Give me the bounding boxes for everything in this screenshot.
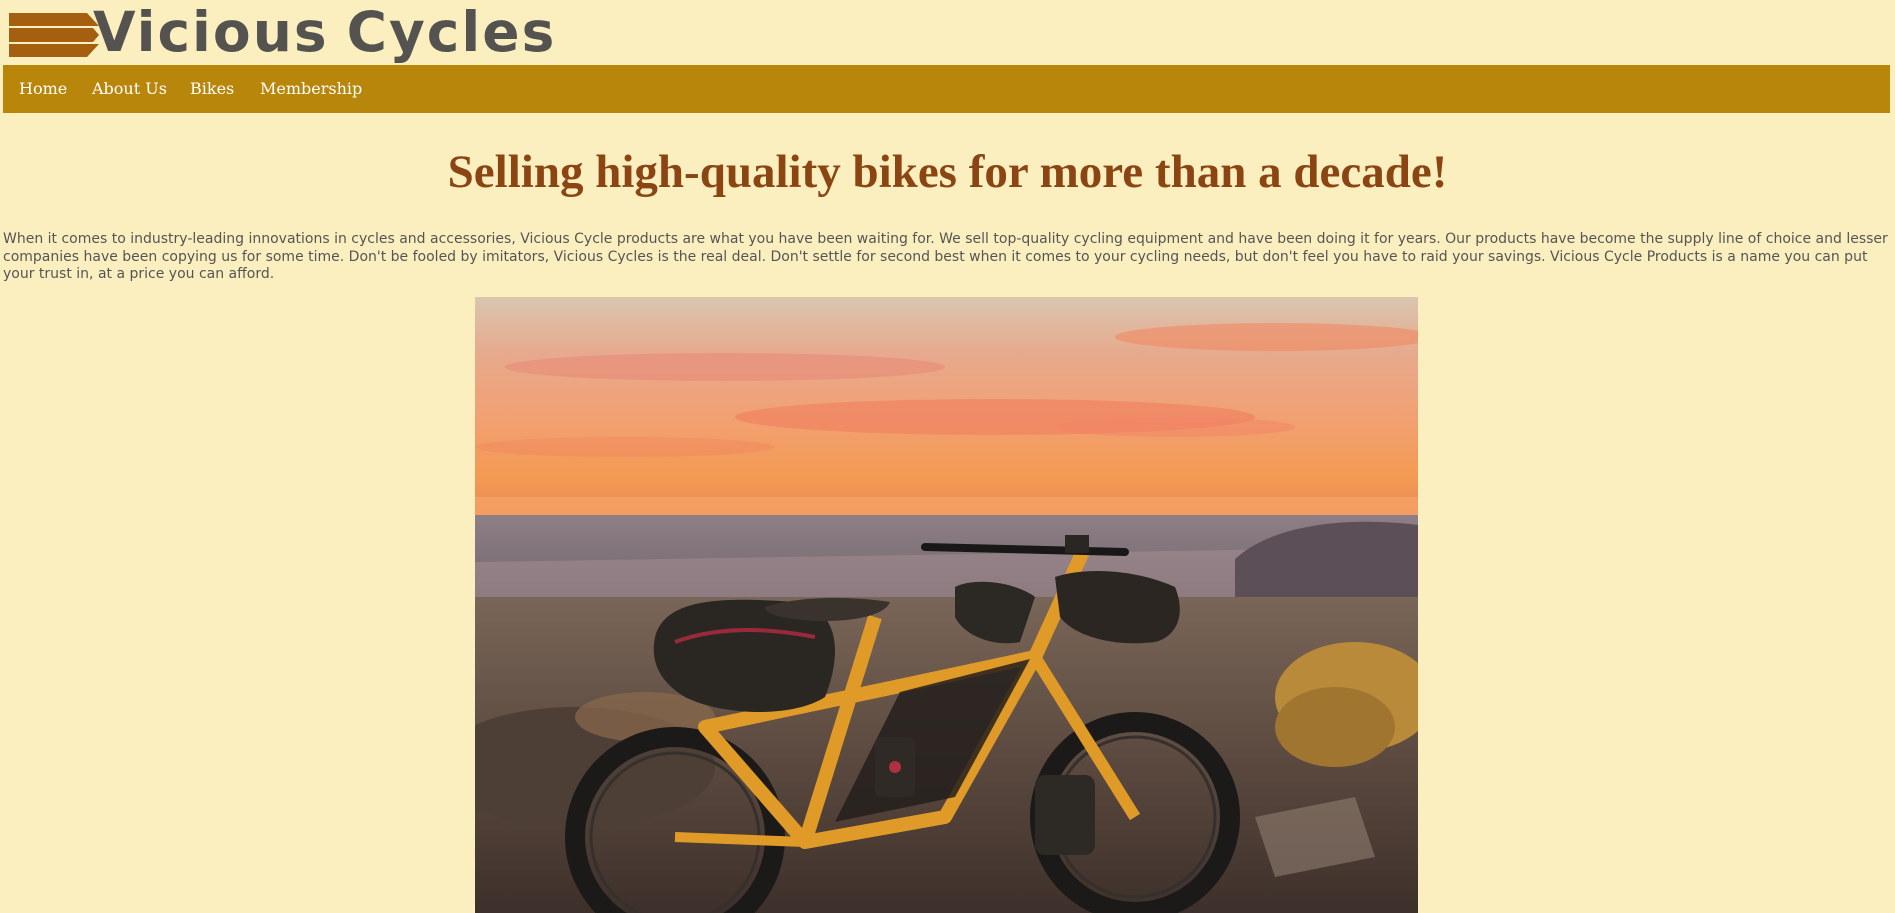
hero-bike-photo <box>475 297 1418 913</box>
nav-item-home[interactable]: Home <box>19 65 67 113</box>
nav-item-bikes[interactable]: Bikes <box>190 65 234 113</box>
logo-wordmark: Vicious Cycles <box>93 0 556 66</box>
logo-word-vicious: Vicious <box>93 0 329 64</box>
bike-at-sunset-image <box>475 297 1418 913</box>
page-headline: Selling high-quality bikes for more than… <box>447 146 1448 198</box>
logo-word-cycles: Cycles <box>346 0 557 64</box>
intro-paragraph: When it comes to industry-leading innova… <box>3 231 1888 282</box>
main-nav: Home About Us Bikes Membership <box>3 65 1890 113</box>
site-logo[interactable]: Vicious Cycles <box>9 0 629 64</box>
site-header: Vicious Cycles <box>0 0 1895 65</box>
nav-item-about-us[interactable]: About Us <box>92 65 167 113</box>
logo-stripes-icon <box>9 13 99 57</box>
nav-item-membership[interactable]: Membership <box>260 65 362 113</box>
